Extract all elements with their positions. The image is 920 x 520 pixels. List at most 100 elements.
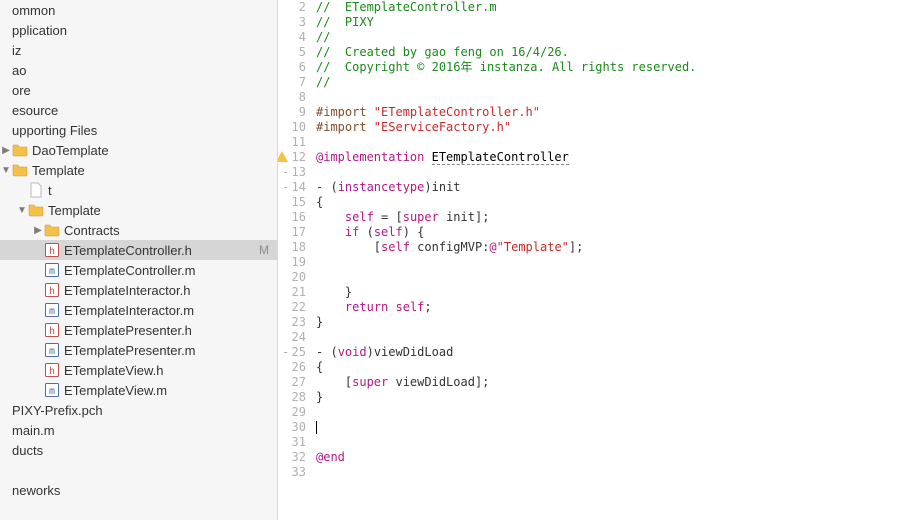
line-number: 15: [278, 195, 306, 210]
line-number: 31: [278, 435, 306, 450]
file-row[interactable]: ommon: [0, 0, 277, 20]
file-row-label: ETemplateView.h: [64, 363, 273, 378]
source-editor[interactable]: 23456789101112-13-1415161718192021222324…: [278, 0, 920, 520]
folder-icon: [44, 222, 60, 238]
code-line[interactable]: [316, 330, 920, 345]
code-area[interactable]: // ETemplateController.m// PIXY//// Crea…: [312, 0, 920, 520]
token-keyword: instancetype: [338, 180, 425, 194]
code-line[interactable]: [316, 165, 920, 180]
file-row[interactable]: esource: [0, 100, 277, 120]
token-comment: // PIXY: [316, 15, 374, 29]
file-row[interactable]: upporting Files: [0, 120, 277, 140]
code-line[interactable]: #import "ETemplateController.h": [316, 105, 920, 120]
file-row[interactable]: neworks: [0, 480, 277, 500]
code-line[interactable]: [316, 135, 920, 150]
file-row[interactable]: hETemplatePresenter.h: [0, 320, 277, 340]
file-row[interactable]: PIXY-Prefix.pch: [0, 400, 277, 420]
code-line[interactable]: {: [316, 360, 920, 375]
svg-text:h: h: [49, 246, 55, 257]
code-line[interactable]: [316, 90, 920, 105]
line-number: 11: [278, 135, 306, 150]
folder-icon: [28, 202, 44, 218]
line-number: 3: [278, 15, 306, 30]
code-line[interactable]: // ETemplateController.m: [316, 0, 920, 15]
code-line[interactable]: {: [316, 195, 920, 210]
disclosure-right-icon[interactable]: ▶: [0, 145, 12, 156]
code-line[interactable]: [316, 420, 920, 435]
file-row-label: Template: [48, 203, 273, 218]
line-number: 8: [278, 90, 306, 105]
code-line[interactable]: @end: [316, 450, 920, 465]
code-line[interactable]: }: [316, 390, 920, 405]
token-keyword: void: [338, 345, 367, 359]
file-row-label: ETemplateView.m: [64, 383, 273, 398]
code-line[interactable]: [316, 465, 920, 480]
token-string: "EServiceFactory.h": [374, 120, 511, 134]
code-line[interactable]: }: [316, 315, 920, 330]
file-row[interactable]: mETemplateController.m: [0, 260, 277, 280]
token-keyword: super: [352, 375, 388, 389]
file-navigator[interactable]: ommon pplication izao ore esourceupporting F…: [0, 0, 278, 520]
file-row[interactable]: mETemplateInteractor.m: [0, 300, 277, 320]
token-comment: //: [316, 30, 330, 44]
code-line[interactable]: @implementation ETemplateController: [316, 150, 920, 165]
file-row[interactable]: iz: [0, 40, 277, 60]
code-line[interactable]: if (self) {: [316, 225, 920, 240]
code-line[interactable]: - (instancetype)init: [316, 180, 920, 195]
file-row[interactable]: hETemplateView.h: [0, 360, 277, 380]
file-row[interactable]: ▼ Template: [0, 160, 277, 180]
file-row[interactable]: hETemplateController.hM: [0, 240, 277, 260]
file-row-label: main.m: [12, 423, 273, 438]
token-preprocessor: #import: [316, 120, 374, 134]
code-line[interactable]: [316, 255, 920, 270]
code-line[interactable]: //: [316, 30, 920, 45]
code-line[interactable]: [316, 405, 920, 420]
file-row[interactable]: main.m: [0, 420, 277, 440]
code-line[interactable]: // Copyright © 2016年 instanza. All right…: [316, 60, 920, 75]
token-comment: // Copyright © 2016年 instanza. All right…: [316, 60, 696, 74]
token-keyword: self: [396, 300, 425, 314]
file-row[interactable]: [0, 460, 277, 480]
warning-icon: [278, 151, 288, 162]
code-line[interactable]: self = [super init];: [316, 210, 920, 225]
code-line[interactable]: #import "EServiceFactory.h": [316, 120, 920, 135]
line-number: 18: [278, 240, 306, 255]
file-row-label: ommon: [12, 3, 273, 18]
file-row[interactable]: ▶DaoTemplate: [0, 140, 277, 160]
file-row-label: ore: [12, 83, 273, 98]
token-comment: // Created by gao feng on 16/4/26.: [316, 45, 569, 59]
code-line[interactable]: }: [316, 285, 920, 300]
file-h-icon: h: [44, 242, 60, 258]
code-line[interactable]: return self;: [316, 300, 920, 315]
file-row-label: PIXY-Prefix.pch: [12, 403, 273, 418]
file-row-label: ducts: [12, 443, 273, 458]
file-row[interactable]: mETemplatePresenter.m: [0, 340, 277, 360]
line-number: 6: [278, 60, 306, 75]
file-row[interactable]: hETemplateInteractor.h: [0, 280, 277, 300]
code-line[interactable]: [super viewDidLoad];: [316, 375, 920, 390]
file-row[interactable]: ▼ Template: [0, 200, 277, 220]
disclosure-right-icon[interactable]: ▶: [32, 225, 44, 236]
fold-marker-icon: -: [282, 180, 289, 195]
code-line[interactable]: - (void)viewDidLoad: [316, 345, 920, 360]
file-row[interactable]: mETemplateView.m: [0, 380, 277, 400]
file-row[interactable]: ducts: [0, 440, 277, 460]
code-line[interactable]: [self configMVP:@"Template"];: [316, 240, 920, 255]
line-number: 17: [278, 225, 306, 240]
file-row[interactable]: ▶Contracts: [0, 220, 277, 240]
code-line[interactable]: // PIXY: [316, 15, 920, 30]
code-line[interactable]: [316, 270, 920, 285]
file-row-label: Template: [32, 163, 273, 178]
code-line[interactable]: //: [316, 75, 920, 90]
code-line[interactable]: // Created by gao feng on 16/4/26.: [316, 45, 920, 60]
line-number: 24: [278, 330, 306, 345]
vcs-status-badge: M: [259, 243, 269, 257]
file-row[interactable]: pplication: [0, 20, 277, 40]
file-row[interactable]: ore: [0, 80, 277, 100]
file-row[interactable]: t: [0, 180, 277, 200]
file-row[interactable]: ao: [0, 60, 277, 80]
disclosure-down-icon[interactable]: ▼: [0, 165, 12, 176]
disclosure-down-icon[interactable]: ▼: [16, 205, 28, 216]
code-line[interactable]: [316, 435, 920, 450]
file-row-label: pplication: [12, 23, 273, 38]
